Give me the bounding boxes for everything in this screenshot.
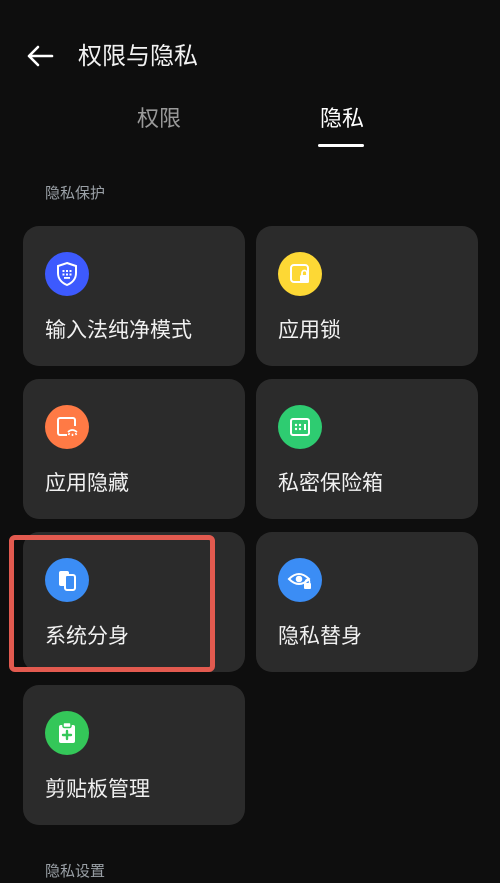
back-button[interactable] <box>22 38 58 74</box>
tab-bar: 权限 隐私 <box>0 100 500 160</box>
header: 权限与隐私 <box>0 0 500 100</box>
tab-permissions[interactable]: 权限 <box>137 104 181 136</box>
card-privacy-substitute[interactable]: 隐私替身 <box>256 532 478 672</box>
card-label: 输入法纯净模式 <box>45 318 192 342</box>
card-label: 应用锁 <box>278 318 341 342</box>
card-label: 私密保险箱 <box>278 471 383 495</box>
keyboard-shield-icon <box>45 252 89 296</box>
card-private-safe[interactable]: 私密保险箱 <box>256 379 478 519</box>
tab-privacy[interactable]: 隐私 <box>320 104 364 136</box>
card-label: 应用隐藏 <box>45 471 129 495</box>
back-arrow-icon <box>27 45 54 67</box>
app-hide-icon <box>45 405 89 449</box>
active-tab-indicator <box>318 144 364 147</box>
card-label: 隐私替身 <box>278 624 362 648</box>
card-label: 剪贴板管理 <box>45 777 150 801</box>
card-clipboard-management[interactable]: 剪贴板管理 <box>23 685 245 825</box>
card-input-method-clean-mode[interactable]: 输入法纯净模式 <box>23 226 245 366</box>
card-app-hide[interactable]: 应用隐藏 <box>23 379 245 519</box>
card-system-clone[interactable]: 系统分身 <box>23 532 245 672</box>
section-privacy-protection: 隐私保护 <box>45 184 106 202</box>
app-lock-icon <box>278 252 322 296</box>
page-title: 权限与隐私 <box>78 42 198 70</box>
clipboard-icon <box>45 711 89 755</box>
card-app-lock[interactable]: 应用锁 <box>256 226 478 366</box>
card-label: 系统分身 <box>45 624 129 648</box>
section-privacy-settings: 隐私设置 <box>45 862 106 880</box>
system-clone-icon <box>45 558 89 602</box>
safe-box-icon <box>278 405 322 449</box>
privacy-eye-icon <box>278 558 322 602</box>
